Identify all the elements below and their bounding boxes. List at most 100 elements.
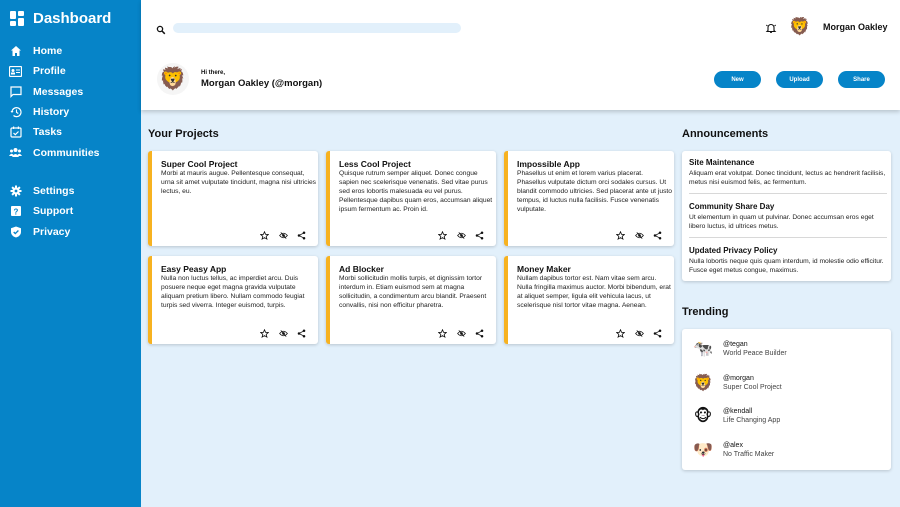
- gear-icon: [9, 184, 22, 197]
- trending-handle: @alex: [723, 442, 743, 449]
- sidebar-item-history[interactable]: History: [9, 102, 134, 122]
- project-description: Quisque rutrum semper aliquet. Donec con…: [339, 170, 493, 213]
- trending-title: Trending: [682, 306, 729, 318]
- card-actions: [438, 329, 494, 338]
- star-icon[interactable]: [260, 231, 269, 240]
- sidebar-item-label: Messages: [33, 85, 84, 98]
- project-card[interactable]: Ad Blocker Morbi sollicitudin mollis turp…: [326, 256, 496, 344]
- new-button[interactable]: New: [714, 71, 761, 88]
- share-icon[interactable]: [653, 329, 662, 338]
- sidebar-item-label: Home: [33, 45, 63, 58]
- unwatch-icon[interactable]: [278, 231, 288, 240]
- share-icon[interactable]: [475, 231, 484, 240]
- unwatch-icon[interactable]: [634, 231, 644, 240]
- star-icon[interactable]: [616, 329, 625, 338]
- announcement-item[interactable]: Community Share Day Ut elementum in quam…: [689, 202, 887, 231]
- unwatch-icon[interactable]: [456, 231, 466, 240]
- unwatch-icon[interactable]: [456, 329, 466, 338]
- brand[interactable]: Dashboard: [10, 10, 111, 27]
- announcement-item[interactable]: Updated Privacy Policy Nulla lobortis ne…: [689, 246, 887, 275]
- home-icon: [9, 45, 22, 58]
- sidebar-item-tasks[interactable]: Tasks: [9, 122, 134, 142]
- avatar: 🐄: [693, 341, 713, 358]
- sidebar-item-label: Privacy: [33, 225, 71, 238]
- announcement-text: Aliquam erat volutpat. Donec tincidunt, …: [689, 170, 886, 186]
- user-name[interactable]: Morgan Oakley: [823, 22, 888, 32]
- trending-panel: 🐄 @tegan World Peace Builder 🦁 @morgan S…: [682, 329, 891, 470]
- card-actions: [438, 231, 494, 240]
- sidebar-item-communities[interactable]: Communities: [9, 142, 134, 162]
- divider: [689, 193, 887, 194]
- dashboard-icon: [10, 11, 25, 26]
- project-card[interactable]: Impossible App Phasellus ut enim et lorem…: [504, 151, 674, 246]
- project-title: Super Cool Project: [161, 159, 238, 169]
- share-icon[interactable]: [653, 231, 662, 240]
- project-title: Easy Peasy App: [161, 264, 227, 274]
- project-description: Nulla non luctus tellus, ac imperdiet ar…: [161, 275, 305, 309]
- sidebar-item-label: Tasks: [33, 126, 62, 139]
- greeting-user: Morgan Oakley (@morgan): [201, 78, 323, 89]
- sidebar-item-home[interactable]: Home: [9, 41, 134, 61]
- unwatch-icon[interactable]: [634, 329, 644, 338]
- project-title: Impossible App: [517, 159, 580, 169]
- trending-item[interactable]: 🐶 @alex No Traffic Maker: [693, 440, 883, 462]
- bell-icon[interactable]: [765, 21, 777, 33]
- project-card[interactable]: Money Maker Nullam dapibus tortor est. Na…: [504, 256, 674, 344]
- announcements-panel: Site Maintenance Aliquam erat volutpat. …: [682, 151, 891, 281]
- search-icon[interactable]: [156, 22, 166, 35]
- share-button[interactable]: Share: [838, 71, 885, 88]
- sidebar-item-label: Support: [33, 205, 74, 218]
- trending-item[interactable]: 🐄 @tegan World Peace Builder: [693, 339, 883, 361]
- star-icon[interactable]: [438, 329, 447, 338]
- star-icon[interactable]: [616, 231, 625, 240]
- trending-project: Super Cool Project: [723, 384, 782, 391]
- share-icon[interactable]: [297, 329, 306, 338]
- svg-text:?: ?: [13, 208, 18, 217]
- trending-item[interactable]: 🦁 @morgan Super Cool Project: [693, 373, 883, 395]
- user-avatar[interactable]: 🦁: [789, 17, 810, 37]
- project-card[interactable]: Super Cool Project Morbi at mauris augue.…: [148, 151, 318, 246]
- sidebar-item-label: History: [33, 106, 70, 119]
- tasks-icon: [9, 126, 22, 139]
- message-icon: [9, 85, 22, 98]
- announcement-text: Ut elementum in quam ut pulvinar. Donec …: [689, 214, 874, 230]
- project-title: Money Maker: [517, 264, 571, 274]
- sidebar-item-profile[interactable]: Profile: [9, 61, 134, 81]
- sidebar-item-support[interactable]: ? Support: [9, 201, 134, 221]
- trending-item[interactable]: 🐵 @kendall Life Changing App: [693, 406, 883, 428]
- shield-icon: [9, 225, 22, 238]
- trending-project: World Peace Builder: [723, 350, 787, 357]
- star-icon[interactable]: [438, 231, 447, 240]
- share-icon[interactable]: [297, 231, 306, 240]
- project-card[interactable]: Less Cool Project Quisque rutrum semper a…: [326, 151, 496, 246]
- brand-title: Dashboard: [33, 10, 112, 27]
- trending-handle: @kendall: [723, 408, 753, 415]
- divider: [689, 237, 887, 238]
- project-description: Morbi sollicitudin mollis turpis, et dig…: [339, 275, 487, 309]
- upload-button[interactable]: Upload: [776, 71, 823, 88]
- unwatch-icon[interactable]: [278, 329, 288, 338]
- sidebar-item-messages[interactable]: Messages: [9, 82, 134, 102]
- project-title: Ad Blocker: [339, 264, 384, 274]
- sidebar-nav: Home Profile Messages History Tasks Comm…: [9, 41, 134, 242]
- header: 🦁 Morgan Oakley 🦁 Hi there, Morgan Oakle…: [141, 0, 900, 110]
- announcements-title: Announcements: [682, 128, 769, 140]
- sidebar-item-privacy[interactable]: Privacy: [9, 221, 134, 241]
- project-title: Less Cool Project: [339, 159, 411, 169]
- project-card[interactable]: Easy Peasy App Nulla non luctus tellus, a…: [148, 256, 318, 344]
- sidebar-item-label: Settings: [33, 184, 75, 197]
- avatar: 🐶: [693, 442, 713, 459]
- project-description: Phasellus ut enim et lorem varius placer…: [517, 170, 673, 213]
- history-icon: [9, 106, 22, 119]
- profile-card-icon: [9, 65, 22, 78]
- announcement-item[interactable]: Site Maintenance Aliquam erat volutpat. …: [689, 158, 887, 187]
- trending-project: No Traffic Maker: [723, 451, 775, 458]
- sidebar-item-label: Profile: [33, 65, 66, 78]
- search-input[interactable]: [173, 23, 461, 33]
- sidebar-item-settings[interactable]: Settings: [9, 181, 134, 201]
- card-actions: [616, 231, 672, 240]
- star-icon[interactable]: [260, 329, 269, 338]
- trending-project: Life Changing App: [723, 417, 781, 424]
- share-icon[interactable]: [475, 329, 484, 338]
- greeting-label: Hi there,: [201, 70, 226, 76]
